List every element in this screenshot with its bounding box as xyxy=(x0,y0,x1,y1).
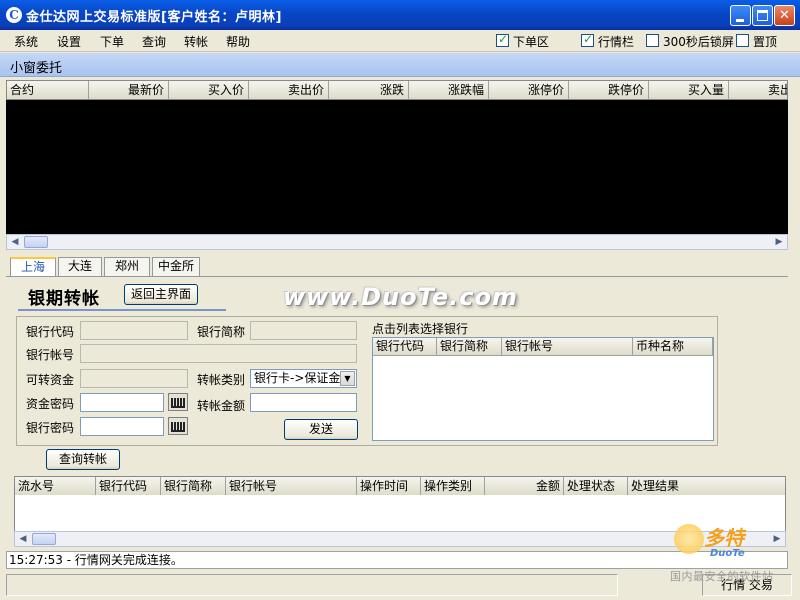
fund-password-keyboard-icon[interactable] xyxy=(168,393,188,411)
fund-password-label: 资金密码 xyxy=(26,397,75,411)
menu-bar: 系统 设置 下单 查询 转帐 帮助 下单区 行情栏 300秒后锁屏 置顶 xyxy=(0,30,800,52)
logo-cn-text: 多特 xyxy=(704,526,744,550)
bank-list-caption: 点击列表选择银行 xyxy=(372,322,469,336)
chevron-down-icon[interactable]: ▼ xyxy=(340,371,355,386)
site-watermark: www.DuoTe.com xyxy=(283,283,518,311)
logo-en-text: DuoTe xyxy=(710,548,745,559)
bank-list-col-account[interactable]: 银行帐号 xyxy=(502,338,633,356)
col-contract[interactable]: 合约 xyxy=(7,81,89,99)
quote-bar-label: 行情栏 xyxy=(598,35,635,49)
bank-password-label: 银行密码 xyxy=(26,421,75,435)
col-bid-price[interactable]: 买入价 xyxy=(169,81,249,99)
back-to-main-button[interactable]: 返回主界面 xyxy=(124,284,198,305)
sun-icon xyxy=(674,524,704,554)
status-pane-main xyxy=(6,574,618,596)
bank-account-label: 银行帐号 xyxy=(26,348,75,362)
tab-dalian[interactable]: 大连 xyxy=(58,257,102,276)
title-underline xyxy=(18,309,226,311)
menu-system[interactable]: 系统 xyxy=(14,33,38,50)
transfer-amount-input[interactable] xyxy=(250,393,357,412)
quote-table-body[interactable] xyxy=(6,100,788,234)
tab-shanghai[interactable]: 上海 xyxy=(10,257,56,276)
col-limit-up[interactable]: 涨停价 xyxy=(489,81,569,99)
records-scroll-thumb[interactable] xyxy=(32,533,56,545)
rec-col-op-time[interactable]: 操作时间 xyxy=(357,477,421,495)
band-label: 小窗委托 xyxy=(10,61,63,76)
bank-account-field[interactable] xyxy=(80,344,357,363)
menu-query[interactable]: 查询 xyxy=(142,33,166,50)
lock-screen-label: 300秒后锁屏 xyxy=(663,35,734,49)
menu-order[interactable]: 下单 xyxy=(100,33,124,50)
bank-password-input[interactable] xyxy=(80,417,164,436)
col-change[interactable]: 涨跌 xyxy=(329,81,409,99)
tab-zhengzhou[interactable]: 郑州 xyxy=(104,257,150,276)
maximize-button[interactable] xyxy=(752,5,773,26)
menu-settings[interactable]: 设置 xyxy=(57,33,81,50)
transfer-type-select[interactable]: 银行卡->保证金 ▼ xyxy=(250,369,357,388)
small-window-order-band[interactable]: 小窗委托 xyxy=(0,53,800,77)
bank-list-col-code[interactable]: 银行代码 xyxy=(373,338,437,356)
rec-col-amount[interactable]: 金额 xyxy=(485,477,564,495)
close-button[interactable]: ✕ xyxy=(774,5,795,26)
minimize-icon xyxy=(736,19,744,22)
quote-table-header: 合约 最新价 买入价 卖出价 涨跌 涨跌幅 涨停价 跌停价 买入量 卖出量 xyxy=(6,80,788,100)
page-title: 银期转帐 xyxy=(28,289,100,309)
quote-bar-checkbox[interactable] xyxy=(581,32,594,47)
bank-code-field[interactable] xyxy=(80,321,188,340)
col-change-pct[interactable]: 涨跌幅 xyxy=(409,81,489,99)
bank-short-name-field[interactable] xyxy=(250,321,357,340)
menu-help[interactable]: 帮助 xyxy=(226,33,250,50)
bank-list-col-currency[interactable]: 币种名称 xyxy=(633,338,713,356)
app-icon: C xyxy=(6,7,22,23)
bank-password-keyboard-icon[interactable] xyxy=(168,417,188,435)
lock-screen-checkbox[interactable] xyxy=(646,34,659,47)
col-last-price[interactable]: 最新价 xyxy=(89,81,169,99)
bank-list[interactable]: 银行代码 银行简称 银行帐号 币种名称 xyxy=(372,337,714,441)
title-bar[interactable]: C 金仕达网上交易标准版[客户姓名：卢明林] ✕ xyxy=(0,0,800,30)
scroll-right-icon[interactable]: ▶ xyxy=(771,235,787,249)
order-area-checkbox[interactable] xyxy=(496,32,509,47)
transfer-amount-label: 转帐金额 xyxy=(197,399,246,413)
rec-col-status[interactable]: 处理状态 xyxy=(564,477,628,495)
col-bid-volume[interactable]: 买入量 xyxy=(649,81,729,99)
records-scroll-left-icon[interactable]: ◀ xyxy=(15,532,31,546)
rec-col-result[interactable]: 处理结果 xyxy=(628,477,785,495)
tab-divider xyxy=(6,276,788,277)
rec-col-op-type[interactable]: 操作类别 xyxy=(421,477,485,495)
always-on-top-label: 置顶 xyxy=(753,35,778,49)
col-limit-down[interactable]: 跌停价 xyxy=(569,81,649,99)
transfer-records-header: 流水号 银行代码 银行简称 银行帐号 操作时间 操作类别 金额 处理状态 处理结… xyxy=(14,476,786,495)
menu-transfer[interactable]: 转帐 xyxy=(184,33,208,50)
available-funds-field[interactable] xyxy=(80,369,188,388)
order-area-label: 下单区 xyxy=(513,35,550,49)
transfer-type-label: 转帐类别 xyxy=(197,373,246,387)
rec-col-serial[interactable]: 流水号 xyxy=(15,477,96,495)
bank-short-name-label: 银行简称 xyxy=(197,325,246,339)
transfer-type-value: 银行卡->保证金 xyxy=(254,371,341,385)
bank-list-header: 银行代码 银行简称 银行帐号 币种名称 xyxy=(373,338,713,356)
window-title: 金仕达网上交易标准版[客户姓名：卢明林] xyxy=(26,10,282,25)
logo-tagline: 国内最安全的软件站 xyxy=(670,570,774,583)
query-transfer-button[interactable]: 查询转帐 xyxy=(46,449,120,470)
fund-password-input[interactable] xyxy=(80,393,164,412)
minimize-button[interactable] xyxy=(730,5,751,26)
tab-cffex[interactable]: 中金所 xyxy=(152,257,200,276)
rec-col-bank-account[interactable]: 银行帐号 xyxy=(226,477,357,495)
rec-col-bank-short-name[interactable]: 银行简称 xyxy=(161,477,226,495)
quote-horizontal-scrollbar[interactable]: ◀ ▶ xyxy=(6,234,788,250)
available-funds-label: 可转资金 xyxy=(26,373,75,387)
duote-logo: 多特 DuoTe 国内最安全的软件站 xyxy=(670,522,798,592)
scroll-left-icon[interactable]: ◀ xyxy=(7,235,23,249)
close-icon: ✕ xyxy=(779,8,790,23)
scroll-thumb[interactable] xyxy=(24,236,48,248)
maximize-icon xyxy=(757,10,768,21)
bank-list-col-short-name[interactable]: 银行简称 xyxy=(437,338,502,356)
col-ask-price[interactable]: 卖出价 xyxy=(249,81,329,99)
bank-code-label: 银行代码 xyxy=(26,325,75,339)
send-button[interactable]: 发送 xyxy=(284,419,358,440)
always-on-top-checkbox[interactable] xyxy=(736,34,749,47)
rec-col-bank-code[interactable]: 银行代码 xyxy=(96,477,161,495)
col-ask-volume[interactable]: 卖出量 xyxy=(729,81,787,99)
